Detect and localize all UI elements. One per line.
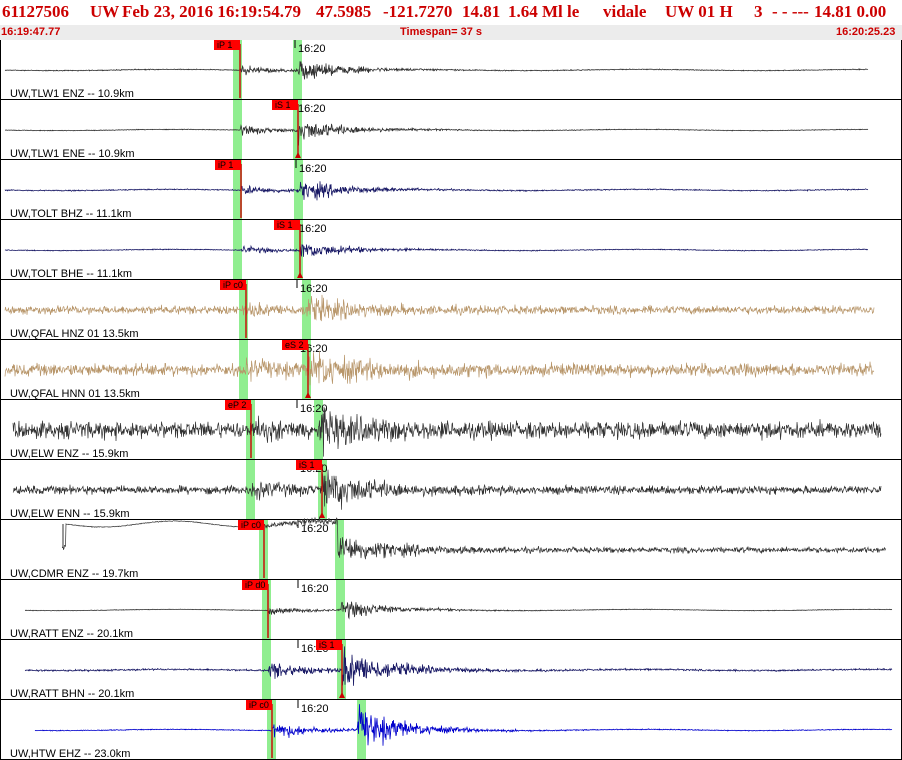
waveform-trace bbox=[34, 704, 893, 746]
minute-tick-label: 16:20 bbox=[300, 283, 328, 295]
channel-panel[interactable]: 16:20 iP d0 UW,RATT ENZ -- 20.1km bbox=[0, 580, 902, 640]
waveform-trace bbox=[12, 469, 882, 510]
minute-tick-label: 16:20 bbox=[301, 583, 329, 595]
channel-panel[interactable]: 16:20 eP 2 UW,ELW ENZ -- 15.9km bbox=[0, 400, 902, 460]
event-datetime: Feb 23, 2016 16:19:54.79 bbox=[122, 2, 301, 21]
minute-tick-label: 16:20 bbox=[298, 103, 326, 115]
channel-panel[interactable]: 16:20eS 2UW,QFAL HNN 01 13.5km bbox=[0, 340, 902, 400]
waveform-trace bbox=[4, 244, 869, 257]
channel-panel[interactable]: 16:20 iP 1 UW,TOLT BHZ -- 11.1km bbox=[0, 160, 902, 220]
channel-panel[interactable]: 16:20 iS 1 UW,TLW1 ENE -- 10.9km bbox=[0, 100, 902, 160]
channel-panel[interactable]: 16:20iS 1UW,ELW ENN -- 15.9km bbox=[0, 460, 902, 520]
seismogram-plot[interactable]: 16:20 iP 1 UW,TLW1 ENZ -- 10.9km 16:20 iS 1 U… bbox=[0, 40, 902, 760]
pick-label: eS 2 bbox=[285, 340, 304, 350]
minute-tick-label: 16:20 bbox=[301, 703, 329, 715]
event-depth: 14.81 bbox=[462, 2, 501, 21]
waveform-trace bbox=[4, 294, 875, 322]
event-magnitude: 1.64 Ml le bbox=[508, 2, 580, 21]
channel-panel[interactable]: 16:20iP c0UW,CDMR ENZ -- 19.7km bbox=[0, 516, 902, 580]
start-time: 16:19:47.77 bbox=[1, 26, 61, 38]
minute-tick-label: 16:20 bbox=[299, 163, 327, 175]
event-summary-bar: 61127506 UW Feb 23, 2016 16:19:54.79 47.… bbox=[0, 0, 902, 25]
event-longitude: -121.7270 bbox=[383, 2, 453, 21]
station-label: UW,QFAL HNN 01 13.5km bbox=[10, 388, 140, 400]
station-label: UW,HTW EHZ -- 23.0km bbox=[10, 748, 130, 760]
station-label: UW,CDMR ENZ -- 19.7km bbox=[10, 568, 138, 580]
event-quality: - - --- bbox=[772, 2, 809, 21]
station-label: UW,ELW ENZ -- 15.9km bbox=[10, 448, 128, 460]
channel-panel[interactable]: 16:20iS 1UW,RATT BHN -- 20.1km bbox=[0, 640, 902, 700]
channel-panel[interactable]: 16:20 iP c0 UW,QFAL HNZ 01 13.5km bbox=[0, 280, 902, 340]
waveform-trace bbox=[4, 181, 869, 201]
pick-label: iP d0 bbox=[245, 580, 265, 590]
waveform-trace bbox=[4, 350, 875, 386]
station-label: UW,QFAL HNZ 01 13.5km bbox=[10, 328, 139, 340]
waveform-trace bbox=[61, 516, 887, 560]
pick-label: iS 1 bbox=[275, 100, 291, 110]
minute-tick-label: 16:20 bbox=[299, 223, 327, 235]
channel-panel[interactable]: 16:20 iS 1 UW,TOLT BHE -- 11.1km bbox=[0, 220, 902, 280]
time-range-bar: 16:19:47.77 Timespan= 37 s 16:20:25.23 bbox=[0, 25, 902, 40]
timespan: Timespan= 37 s bbox=[400, 26, 483, 38]
event-analyst: vidale bbox=[603, 2, 647, 21]
pick-label: iP 1 bbox=[218, 160, 233, 170]
waveform-trace bbox=[24, 601, 893, 620]
pick-label: iP 1 bbox=[217, 40, 232, 50]
station-label: UW,RATT ENZ -- 20.1km bbox=[10, 628, 133, 640]
waveform-trace bbox=[12, 406, 882, 457]
station-label: UW,RATT BHN -- 20.1km bbox=[10, 688, 134, 700]
waveform-trace bbox=[24, 646, 893, 686]
event-depth-fixed: 14.81 0.00 bbox=[814, 2, 887, 21]
waveform-trace bbox=[4, 123, 869, 146]
s-window-bar bbox=[335, 520, 344, 580]
station-label: UW,TLW1 ENE -- 10.9km bbox=[10, 148, 134, 160]
pick-label: iP c0 bbox=[241, 520, 261, 530]
event-count: 3 bbox=[754, 2, 763, 21]
pick-label: iP c0 bbox=[223, 280, 243, 290]
station-label: UW,ELW ENN -- 15.9km bbox=[10, 508, 130, 520]
station-label: UW,TLW1 ENZ -- 10.9km bbox=[10, 88, 134, 100]
event-network: UW bbox=[90, 2, 120, 21]
channel-panel[interactable]: 16:20 iP c0 UW,HTW EHZ -- 23.0km bbox=[0, 700, 902, 760]
pick-label: iS 1 bbox=[299, 460, 315, 470]
end-time: 16:20:25.23 bbox=[836, 26, 896, 38]
pick-label: iP c0 bbox=[249, 700, 269, 710]
pick-label: iS 1 bbox=[277, 220, 293, 230]
station-label: UW,TOLT BHE -- 11.1km bbox=[10, 268, 132, 280]
pick-label: iS 1 bbox=[319, 640, 335, 650]
event-id: 61127506 bbox=[2, 2, 70, 21]
event-source: UW 01 H bbox=[665, 2, 733, 21]
minute-tick-label: 16:20 bbox=[298, 43, 326, 55]
minute-tick-label: 16:20 bbox=[300, 403, 328, 415]
seismogram-canvas[interactable]: 16:20 iP 1 UW,TLW1 ENZ -- 10.9km 16:20 iS 1 U… bbox=[0, 40, 902, 760]
station-label: UW,TOLT BHZ -- 11.1km bbox=[10, 208, 131, 220]
event-latitude: 47.5985 bbox=[316, 2, 372, 21]
waveform-trace bbox=[4, 61, 869, 80]
channel-panel[interactable]: 16:20 iP 1 UW,TLW1 ENZ -- 10.9km bbox=[0, 40, 902, 100]
pick-label: eP 2 bbox=[228, 400, 246, 410]
